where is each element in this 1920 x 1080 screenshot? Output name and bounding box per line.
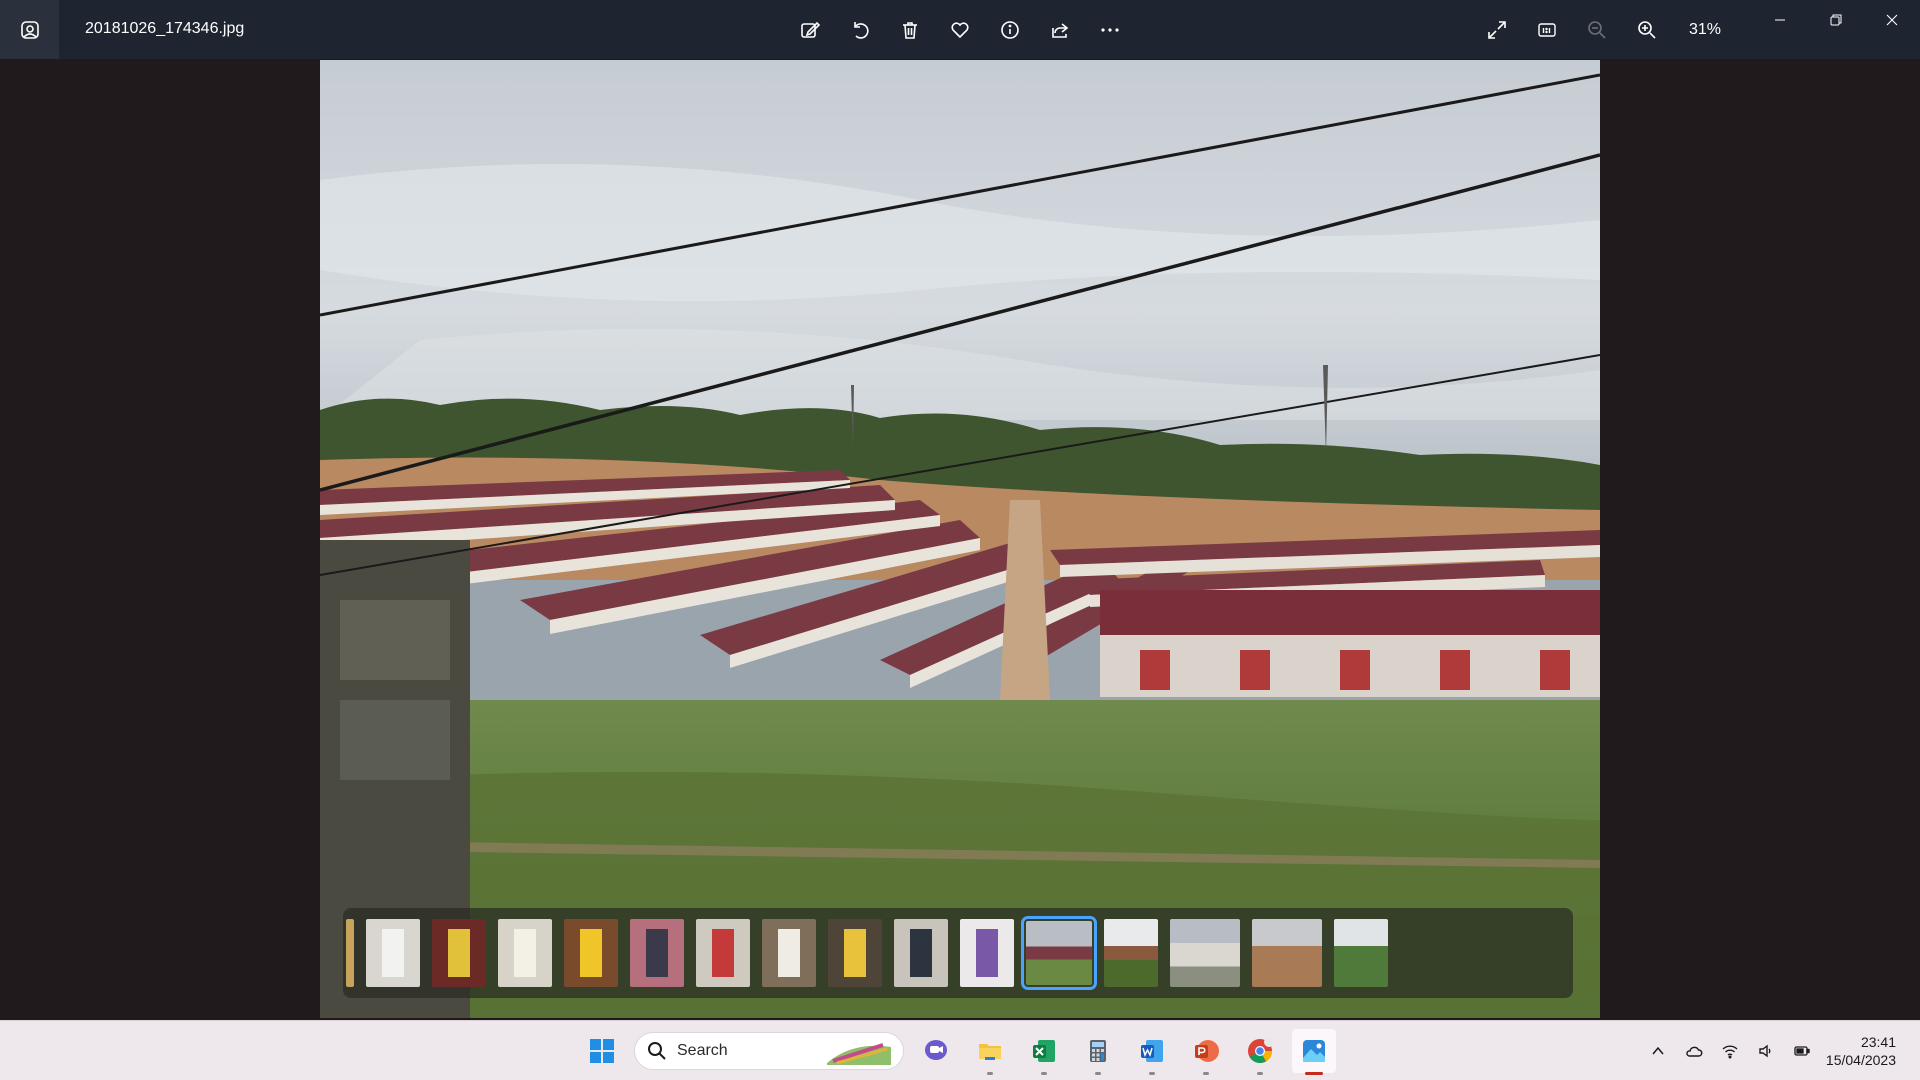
chrome-icon[interactable] — [1238, 1029, 1282, 1075]
share-icon[interactable] — [1040, 10, 1080, 50]
restore-icon[interactable] — [1808, 0, 1864, 40]
thumbnail[interactable] — [1104, 919, 1158, 987]
more-icon[interactable] — [1090, 10, 1130, 50]
word-icon[interactable] — [1130, 1029, 1174, 1075]
wifi-icon[interactable] — [1712, 1033, 1748, 1069]
taskbar-apps: Search — [580, 1029, 1336, 1075]
calculator-icon[interactable] — [1076, 1029, 1120, 1075]
zoom-in-icon[interactable] — [1627, 10, 1667, 50]
title-bar: 20181026_174346.jpg 31% — [0, 0, 1920, 59]
zoom-level[interactable]: 31% — [1689, 21, 1729, 39]
taskbar: Search 23:41 15/04/2023 — [0, 1020, 1920, 1080]
battery-icon[interactable] — [1784, 1033, 1820, 1069]
thumbnail[interactable] — [828, 919, 882, 987]
thumbnail[interactable] — [1170, 919, 1240, 987]
image-toolbar — [790, 10, 1130, 50]
thumbnail[interactable] — [696, 919, 750, 987]
thumbnail-selected[interactable] — [1021, 916, 1097, 990]
minimize-icon[interactable] — [1752, 0, 1808, 40]
thumbnail[interactable] — [346, 919, 354, 987]
thumbnail[interactable] — [960, 919, 1014, 987]
search-placeholder: Search — [677, 1042, 728, 1059]
photos-icon[interactable] — [1292, 1029, 1336, 1075]
search-highlight-icon — [827, 1043, 891, 1065]
actual-size-icon[interactable] — [1527, 10, 1567, 50]
filmstrip — [343, 908, 1573, 998]
favorite-icon[interactable] — [940, 10, 980, 50]
delete-icon[interactable] — [890, 10, 930, 50]
volume-icon[interactable] — [1748, 1033, 1784, 1069]
photo-content — [320, 60, 1600, 1018]
thumbnail[interactable] — [630, 919, 684, 987]
start-icon[interactable] — [580, 1029, 624, 1073]
window-controls — [1752, 0, 1920, 40]
thumbnail[interactable] — [894, 919, 948, 987]
onedrive-icon[interactable] — [1676, 1033, 1712, 1069]
rotate-icon[interactable] — [840, 10, 880, 50]
powerpoint-icon[interactable] — [1184, 1029, 1228, 1075]
excel-icon[interactable] — [1022, 1029, 1066, 1075]
clock[interactable]: 23:41 15/04/2023 — [1820, 1033, 1920, 1069]
edit-image-icon[interactable] — [790, 10, 830, 50]
search-icon — [648, 1042, 666, 1060]
thumbnail[interactable] — [1252, 919, 1322, 987]
close-icon[interactable] — [1864, 0, 1920, 40]
zoom-out-icon[interactable] — [1577, 10, 1617, 50]
thumbnail[interactable] — [432, 919, 486, 987]
taskbar-search[interactable]: Search — [634, 1032, 904, 1070]
clock-time: 23:41 — [1860, 1034, 1896, 1050]
info-icon[interactable] — [990, 10, 1030, 50]
zoom-toolbar: 31% — [1477, 10, 1729, 50]
thumbnail[interactable] — [1334, 919, 1388, 987]
file-name: 20181026_174346.jpg — [85, 20, 245, 37]
thumbnail[interactable] — [564, 919, 618, 987]
photos-app-icon[interactable] — [0, 0, 59, 59]
teams-chat-icon[interactable] — [914, 1029, 958, 1073]
photo-viewer-image[interactable] — [320, 60, 1600, 1018]
file-explorer-icon[interactable] — [968, 1029, 1012, 1075]
clock-date: 15/04/2023 — [1825, 1052, 1896, 1068]
thumbnail[interactable] — [366, 919, 420, 987]
full-screen-icon[interactable] — [1477, 10, 1517, 50]
chevron-up-icon[interactable] — [1640, 1033, 1676, 1069]
system-tray: 23:41 15/04/2023 — [1640, 1021, 1920, 1080]
thumbnail[interactable] — [498, 919, 552, 987]
thumbnail[interactable] — [762, 919, 816, 987]
